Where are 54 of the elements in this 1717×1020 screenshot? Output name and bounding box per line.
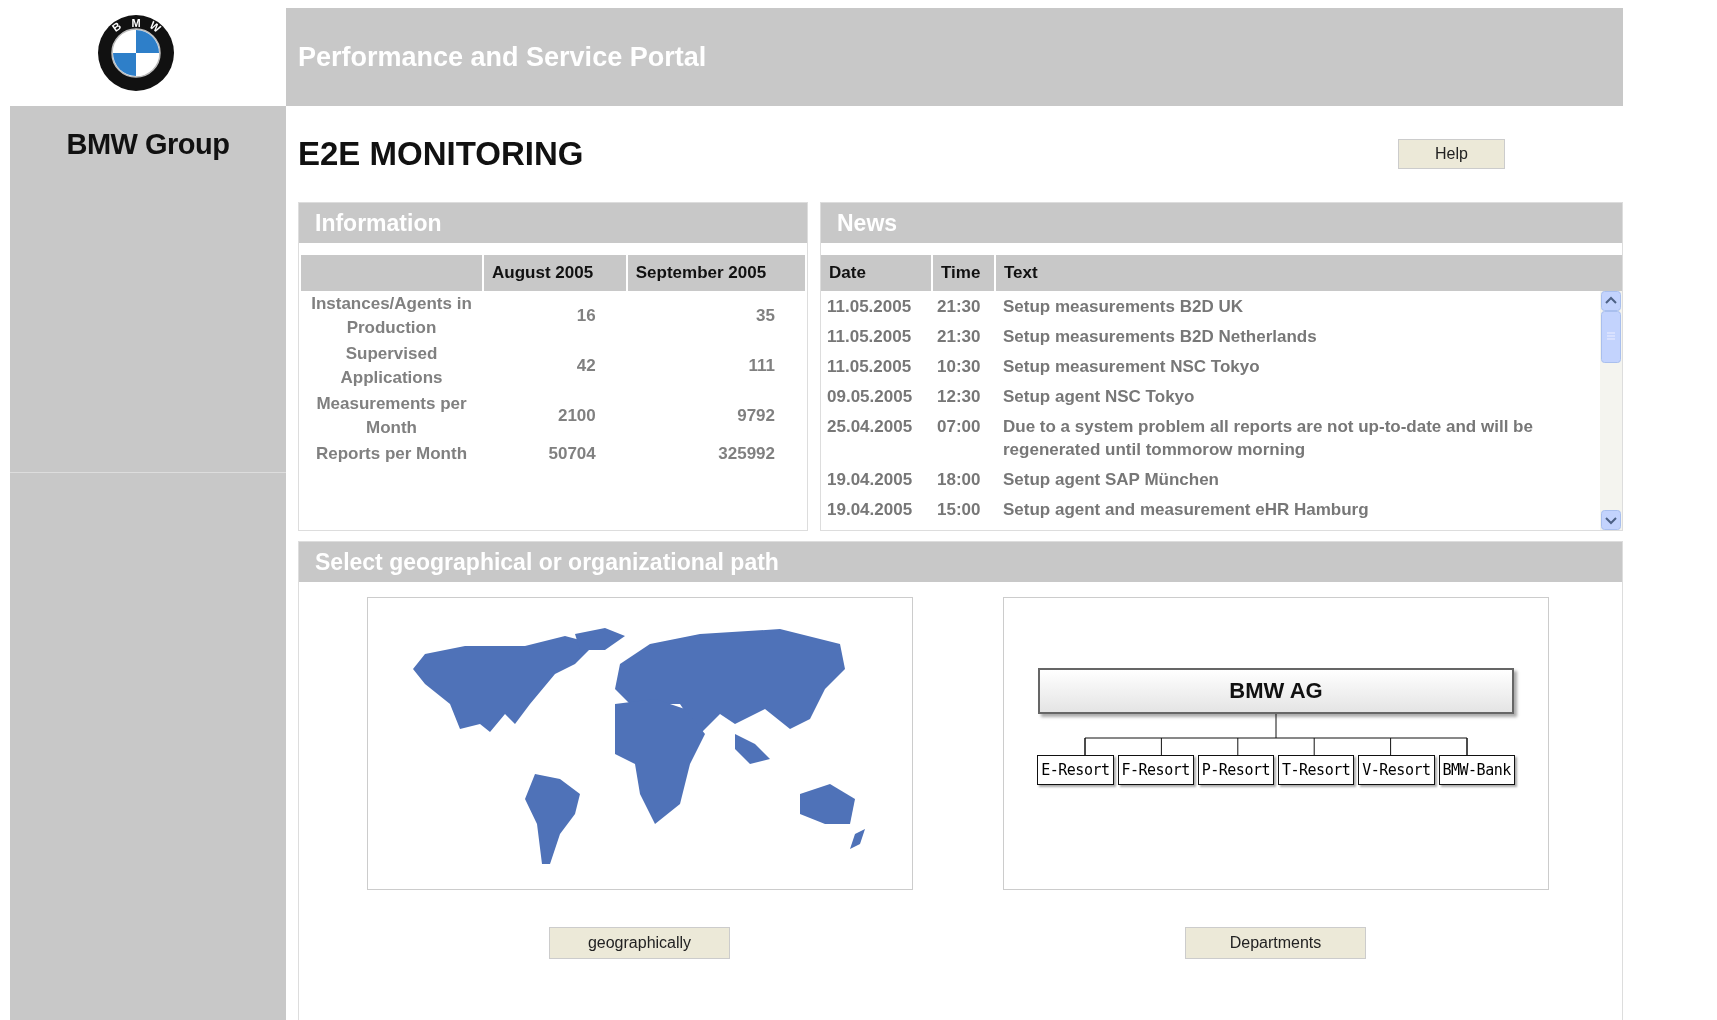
department-box[interactable]: BMW-Bank <box>1438 755 1515 785</box>
column-header: Date <box>821 255 931 291</box>
news-text: Setup measurements B2D UK <box>1003 297 1243 316</box>
date-cell: 25.04.2005 <box>827 417 913 436</box>
news-text: Setup agent and measurement eHR Hamburg <box>1003 500 1369 519</box>
table-cell: 325992 <box>718 444 775 463</box>
time-cell: 21:30 <box>937 327 981 346</box>
time-cell: 12:30 <box>937 387 981 406</box>
time-cell: 15:00 <box>937 500 981 519</box>
date-cell: 11.05.2005 <box>827 327 912 346</box>
departments-button[interactable]: Departments <box>1185 927 1366 959</box>
department-box[interactable]: F-Resort <box>1117 755 1194 785</box>
date-cell: 19.04.2005 <box>827 470 913 489</box>
column-header: September 2005 <box>627 255 805 291</box>
table-cell: 35 <box>756 306 775 325</box>
page-heading: E2E MONITORING <box>298 135 584 173</box>
date-cell: 09.05.2005 <box>827 387 913 406</box>
department-box[interactable]: P-Resort <box>1197 755 1274 785</box>
logo: B M W <box>97 14 175 92</box>
scroll-down-button[interactable] <box>1601 510 1621 530</box>
department-box[interactable]: T-Resort <box>1278 755 1355 785</box>
brand-name: BMW Group <box>66 128 230 161</box>
scroll-up-button[interactable] <box>1601 291 1621 311</box>
time-cell: 10:30 <box>937 357 981 376</box>
row-label: Measurements per Month <box>316 394 467 437</box>
scroll-thumb[interactable] <box>1601 311 1621 363</box>
news-text: Setup measurement NSC Tokyo <box>1003 357 1260 376</box>
column-header: Text <box>996 255 1622 291</box>
date-cell: 11.05.2005 <box>827 297 912 316</box>
help-button[interactable]: Help <box>1398 139 1505 169</box>
table-cell: 42 <box>576 356 596 375</box>
date-cell: 19.04.2005 <box>827 500 913 519</box>
table-cell: 16 <box>576 306 596 325</box>
department-box[interactable]: V-Resort <box>1358 755 1435 785</box>
news-text: Setup agent NSC Tokyo <box>1003 387 1195 406</box>
news-text: Setup agent SAP München <box>1003 470 1219 489</box>
news-text: Due to a system problem all reports are not up-to-date and will be regenerated until tommorow morning <box>1003 417 1533 459</box>
date-cell: 11.05.2005 <box>827 357 912 376</box>
column-header: August 2005 <box>484 255 626 291</box>
geographically-button[interactable]: geographically <box>549 927 730 959</box>
time-cell: 21:30 <box>937 297 981 316</box>
news-text: Setup measurements B2D Netherlands <box>1003 327 1317 346</box>
org-root-box: BMW AG <box>1038 668 1514 714</box>
column-header: Time <box>933 255 994 291</box>
department-box[interactable]: E-Resort <box>1037 755 1114 785</box>
time-cell: 18:00 <box>937 470 981 489</box>
table-cell: 2100 <box>557 406 596 425</box>
table-cell: 9792 <box>737 406 775 425</box>
row-label: Instances/Agents in Production <box>311 294 472 337</box>
table-cell: 50704 <box>548 444 596 463</box>
table-cell: 111 <box>748 356 775 375</box>
row-label: Supervised Applications <box>340 344 443 387</box>
time-cell: 07:00 <box>937 417 981 436</box>
row-label: Reports per Month <box>315 444 468 463</box>
